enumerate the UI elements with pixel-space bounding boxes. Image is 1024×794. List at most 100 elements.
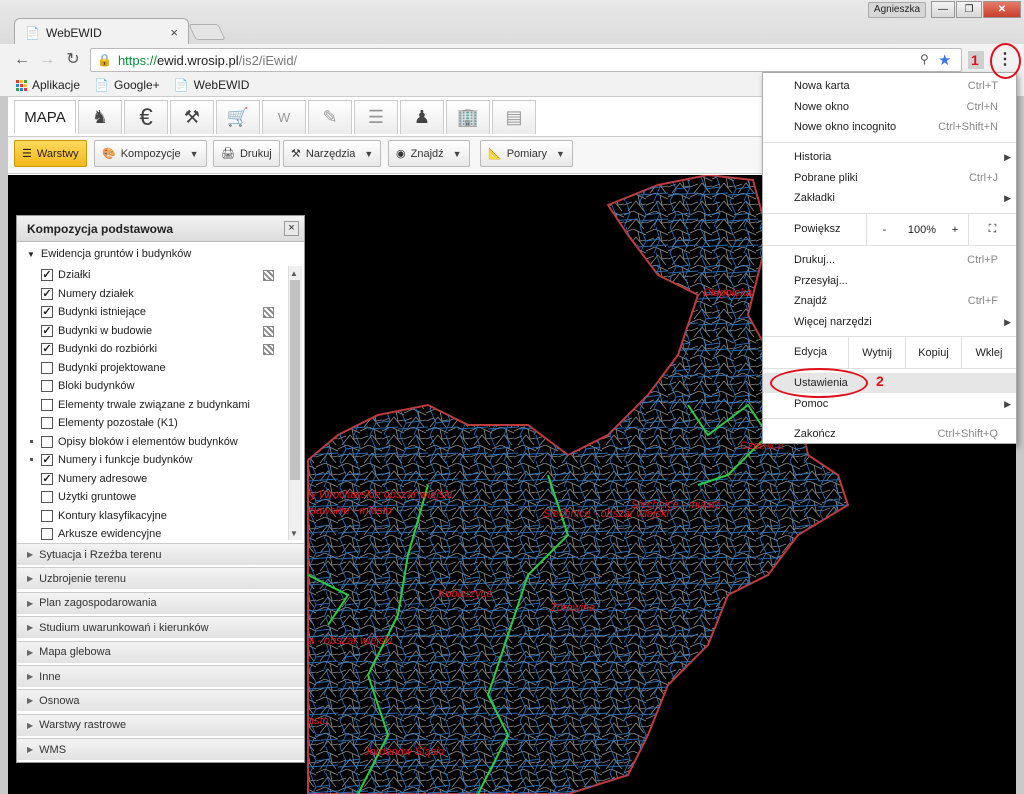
layer-checkbox[interactable] <box>41 361 53 374</box>
layer-section[interactable]: ▶ Studium uwarunkowań i kierunków <box>17 616 304 639</box>
panel-close-icon[interactable]: × <box>284 221 299 236</box>
layer-item[interactable]: Budynki projektowane <box>17 359 289 378</box>
bookmark-apps[interactable]: Aplikacje <box>16 78 80 92</box>
layer-checkbox[interactable] <box>41 398 53 411</box>
layer-item[interactable]: ✓ Działki <box>17 266 289 285</box>
forward-icon[interactable]: → <box>37 50 57 70</box>
layer-section[interactable]: ▶ Plan zagospodarowania <box>17 591 304 614</box>
key-icon[interactable]: ⚲ <box>920 52 929 66</box>
layer-item[interactable]: ✓ Budynki do rozbiórki <box>17 340 289 359</box>
gavel-icon[interactable]: ⚒ <box>170 100 214 134</box>
scroll-down-icon[interactable]: ▼ <box>290 529 298 538</box>
layer-checkbox[interactable]: ✓ <box>41 269 53 282</box>
layer-section[interactable]: ▶ Uzbrojenie terenu <box>17 567 304 590</box>
drukuj-button[interactable]: 🖨 Drukuj <box>213 140 280 167</box>
layer-item[interactable]: Użytki gruntowe <box>17 488 289 507</box>
layer-checkbox[interactable]: ✓ <box>41 472 53 485</box>
layer-item[interactable]: ✓ Budynki w budowie <box>17 322 289 341</box>
menu-item-new-window[interactable]: Nowe okno Ctrl+N <box>763 97 1016 117</box>
tab-mapa[interactable]: MAPA <box>14 100 76 134</box>
layer-checkbox[interactable] <box>41 491 53 504</box>
browser-tab[interactable]: 📄 WebEWID × <box>14 18 189 46</box>
layer-item[interactable]: Arkusze ewidencyjne <box>17 525 289 540</box>
layer-item[interactable]: ✓ Budynki istniejące <box>17 303 289 322</box>
layer-checkbox[interactable]: ✓ <box>41 343 53 356</box>
minimize-button[interactable]: — <box>931 1 955 18</box>
layer-checkbox[interactable]: ✓ <box>41 454 53 467</box>
menu-item-find[interactable]: Znajdź Ctrl+F <box>763 291 1016 311</box>
address-bar[interactable]: 🔒 https://ewid.wrosip.pl/is2/iEwid/ <box>90 48 962 72</box>
layer-checkbox[interactable] <box>41 528 53 540</box>
profile-button[interactable]: Agnieszka <box>868 2 926 18</box>
layer-checkbox[interactable]: ✓ <box>41 324 53 337</box>
layer-item[interactable]: ✓ Numery i funkcje budynków <box>17 451 289 470</box>
fullscreen-icon[interactable]: ⛶ <box>968 214 1016 245</box>
menu-item-cast[interactable]: Przesyłaj... <box>763 271 1016 291</box>
legend-icon[interactable] <box>263 307 274 318</box>
narzedzia-dropdown[interactable]: ⚒ Narzędzia ▼ <box>283 140 382 167</box>
cut-button[interactable]: Wytnij <box>848 337 905 368</box>
layer-checkbox[interactable] <box>41 380 53 393</box>
paste-button[interactable]: Wklej <box>961 337 1016 368</box>
kompozycje-dropdown[interactable]: 🎨 Kompozycje ▼ <box>94 140 207 167</box>
cart-icon[interactable]: 🛒 <box>216 100 260 134</box>
zoom-out-button[interactable]: - <box>866 214 902 245</box>
layer-checkbox[interactable] <box>41 509 53 522</box>
warstwy-button[interactable]: ☰ Warstwy <box>14 140 87 167</box>
layer-item[interactable]: ✓ Numery działek <box>17 285 289 304</box>
layer-item[interactable]: Elementy trwale związane z budynkami <box>17 396 289 415</box>
znajdz-dropdown[interactable]: ◉ Znajdź ▼ <box>388 140 470 167</box>
legend-icon[interactable] <box>263 325 274 337</box>
menu-item-print[interactable]: Drukuj... Ctrl+P <box>763 250 1016 270</box>
layer-item[interactable]: Kontury klasyfikacyjne <box>17 507 289 526</box>
layer-item[interactable]: Opisy bloków i elementów budynków <box>17 433 289 452</box>
bookmark-googleplus[interactable]: 📄 Google+ <box>94 78 160 92</box>
chevron-down-icon: ▼ <box>189 148 199 159</box>
building-icon[interactable]: 🏢 <box>446 100 490 134</box>
legend-icon[interactable] <box>263 344 274 355</box>
copy-button[interactable]: Kopiuj <box>905 337 961 368</box>
layer-item[interactable]: ✓ Numery adresowe <box>17 470 289 489</box>
map-icon[interactable]: ▤ <box>492 100 536 134</box>
expand-dot-icon[interactable] <box>30 458 33 461</box>
euro-icon[interactable]: € <box>124 100 168 134</box>
layer-section[interactable]: ▶ Inne <box>17 665 304 687</box>
bookmark-webewid[interactable]: 📄 WebEWID <box>174 78 250 92</box>
menu-item-history[interactable]: Historia ▶ <box>763 147 1016 167</box>
menu-item-exit[interactable]: Zakończ Ctrl+Shift+Q <box>763 424 1016 444</box>
layer-checkbox[interactable]: ✓ <box>41 306 53 319</box>
layer-checkbox[interactable] <box>41 435 53 448</box>
layer-item[interactable]: Bloki budynków <box>17 377 289 396</box>
layer-group-header[interactable]: ▼ Ewidencja gruntów i budynków <box>17 242 304 266</box>
bookmark-star-icon[interactable]: ★ <box>938 51 951 69</box>
person-icon[interactable]: ♟ <box>400 100 444 134</box>
scrollbar-thumb[interactable] <box>290 280 300 480</box>
layer-section[interactable]: ▶ Mapa glebowa <box>17 640 304 663</box>
menu-item-bookmarks[interactable]: Zakładki ▶ <box>763 188 1016 208</box>
list-icon[interactable]: ☰ <box>354 100 398 134</box>
layer-section[interactable]: ▶ Osnowa <box>17 689 304 712</box>
legend-icon[interactable] <box>263 270 274 281</box>
reload-icon[interactable]: ↻ <box>63 50 83 70</box>
maximize-button[interactable]: ❐ <box>956 1 982 18</box>
menu-item-more-tools[interactable]: Więcej narzędzi ▶ <box>763 312 1016 332</box>
w-icon[interactable]: W <box>262 100 306 134</box>
surveyor-icon[interactable]: ♞ <box>78 100 122 134</box>
scroll-up-icon[interactable]: ▲ <box>290 269 298 278</box>
layer-checkbox[interactable] <box>41 417 53 430</box>
layer-section[interactable]: ▶ WMS <box>17 738 304 761</box>
menu-item-downloads[interactable]: Pobrane pliki Ctrl+J <box>763 168 1016 188</box>
pomiary-dropdown[interactable]: 📐 Pomiary ▼ <box>480 140 573 167</box>
zoom-in-button[interactable]: + <box>942 214 968 245</box>
layer-section[interactable]: ▶ Warstwy rastrowe <box>17 713 304 736</box>
edit-icon[interactable]: ✎ <box>308 100 352 134</box>
layer-checkbox[interactable]: ✓ <box>41 287 53 300</box>
layer-item[interactable]: Elementy pozostałe (K1) <box>17 414 289 433</box>
window-close-button[interactable]: ✕ <box>983 1 1021 18</box>
tab-close-icon[interactable]: × <box>170 25 178 40</box>
back-icon[interactable]: ← <box>12 50 32 70</box>
menu-item-new-tab[interactable]: Nowa karta Ctrl+T <box>763 76 1016 96</box>
layer-section[interactable]: ▶ Sytuacja i Rzeźba terenu <box>17 543 304 565</box>
expand-dot-icon[interactable] <box>30 439 33 443</box>
menu-item-incognito[interactable]: Nowe okno incognito Ctrl+Shift+N <box>763 117 1016 137</box>
